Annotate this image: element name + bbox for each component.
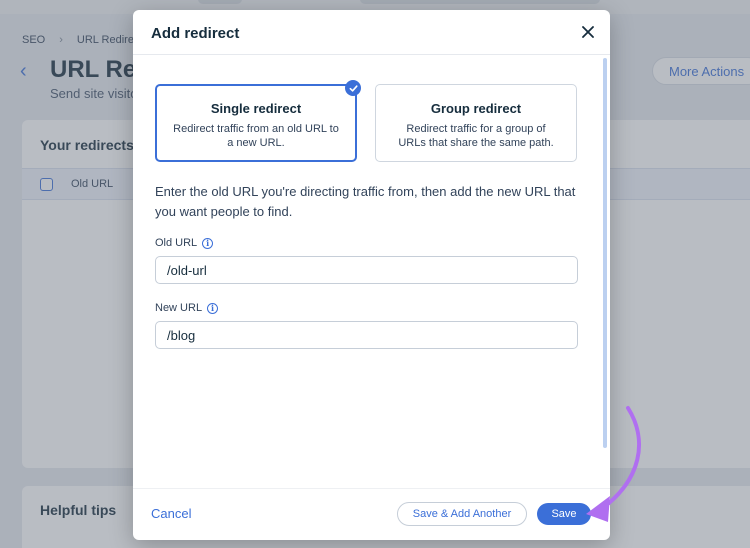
new-url-label: New URL i bbox=[155, 302, 219, 314]
modal-title: Add redirect bbox=[151, 25, 240, 42]
new-url-label-text: New URL bbox=[155, 302, 203, 314]
old-url-input[interactable] bbox=[155, 256, 578, 284]
close-icon bbox=[582, 26, 594, 38]
footer-divider bbox=[133, 488, 610, 489]
modal-scrollbar[interactable] bbox=[603, 58, 607, 448]
close-button[interactable] bbox=[578, 22, 598, 42]
group-redirect-description: Redirect traffic for a group of URLs tha… bbox=[398, 123, 554, 149]
add-redirect-modal: Add redirect Single redirect Redirect tr… bbox=[133, 10, 610, 540]
group-redirect-option[interactable]: Group redirect Redirect traffic for a gr… bbox=[375, 84, 577, 162]
header-divider bbox=[133, 54, 610, 55]
info-icon[interactable]: i bbox=[207, 302, 219, 314]
save-and-add-another-button[interactable]: Save & Add Another bbox=[397, 502, 527, 526]
checkmark-icon bbox=[345, 80, 361, 96]
info-icon[interactable]: i bbox=[202, 237, 214, 249]
single-redirect-description: Redirect traffic from an old URL to a ne… bbox=[173, 123, 339, 149]
single-redirect-option[interactable]: Single redirect Redirect traffic from an… bbox=[155, 80, 361, 162]
old-url-label-text: Old URL bbox=[155, 237, 198, 249]
cancel-button[interactable]: Cancel bbox=[151, 506, 191, 521]
save-button[interactable]: Save bbox=[537, 503, 591, 525]
redirect-type-options: Single redirect Redirect traffic from an… bbox=[155, 80, 577, 162]
instructions-text: Enter the old URL you're directing traff… bbox=[155, 184, 576, 219]
modal-header: Add redirect bbox=[133, 10, 610, 54]
group-redirect-title: Group redirect bbox=[430, 101, 522, 116]
new-url-input[interactable] bbox=[155, 321, 578, 349]
single-redirect-title: Single redirect bbox=[210, 101, 302, 116]
old-url-label: Old URL i bbox=[155, 237, 214, 249]
